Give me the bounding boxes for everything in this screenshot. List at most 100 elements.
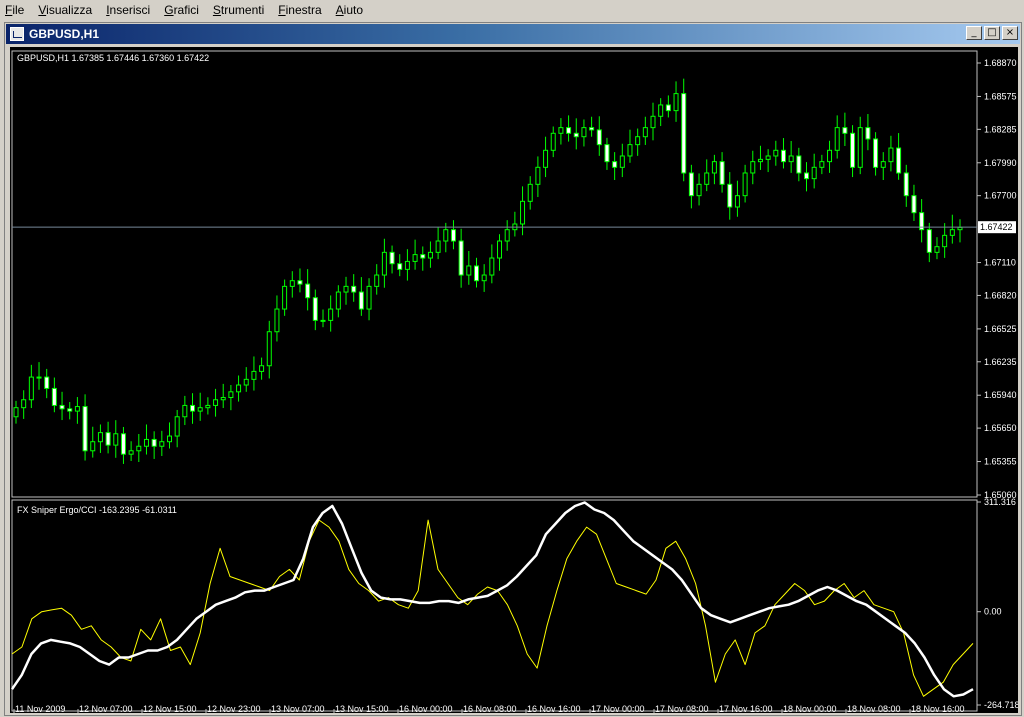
menu-bar: File Visualizza Inserisci Grafici Strumenti F… [0,0,1024,21]
candle-body [473,265,479,282]
price-axis-label: 1.65355 [984,457,1017,467]
price-axis-label: 1.67700 [984,191,1017,201]
candle-body [228,391,234,398]
chart-window-icon [10,27,24,41]
menu-finestra[interactable]: Finestra [271,0,328,21]
candle-body [504,229,510,242]
candle-body [450,229,456,242]
time-axis-label: 12 Nov 23:00 [207,704,261,713]
candle-body [174,416,180,437]
candle-body [896,147,902,174]
candle-body [888,147,894,163]
time-axis-label: 16 Nov 16:00 [527,704,581,713]
candle-body [903,172,909,197]
candle-body [374,274,380,287]
candle-body [412,254,418,262]
candle-body [834,127,840,151]
time-axis-label: 16 Nov 08:00 [463,704,517,713]
candle-body [742,172,748,197]
candle-body [97,432,103,443]
price-axis-label: 1.67110 [984,258,1016,268]
time-axis-label: 12 Nov 07:00 [79,704,133,713]
price-axis-label: 1.68285 [984,124,1017,134]
candle-body [734,195,740,208]
candle-body [266,331,272,367]
candle-body [627,144,633,157]
candle-body [780,149,786,163]
close-button[interactable]: × [1002,26,1018,40]
candle-body [704,172,710,185]
candle-body [573,132,579,138]
menu-inserisci[interactable]: Inserisci [99,0,157,21]
candle-body [727,183,733,208]
menu-visualizza[interactable]: Visualizza [31,0,99,21]
candle-body [143,438,149,447]
candle-body [550,132,556,151]
candle-body [589,127,595,131]
candle-body [497,240,503,259]
candle-body [220,396,226,401]
menu-strumenti[interactable]: Strumenti [206,0,271,21]
candle-body [335,291,341,310]
candle-body [527,183,533,202]
candle-body [466,265,472,276]
candle-body [151,438,157,447]
candle-body [957,226,963,231]
candle-body [397,263,403,270]
candle-body [205,404,211,409]
candle-body [443,229,449,242]
time-axis-label: 13 Nov 15:00 [335,704,389,713]
candle-body [320,319,326,322]
candle-body [259,365,265,372]
candle-body [182,404,188,418]
candle-body [82,406,88,452]
menu-aiuto[interactable]: Aiuto [329,0,370,21]
main-chart-title: GBPUSD,H1 1.67385 1.67446 1.67360 1.6742… [17,53,209,63]
candle-body [404,260,410,270]
candle-body [696,183,702,197]
candle-body [36,376,42,379]
candle-body [543,149,549,168]
candle-body [166,435,172,443]
maximize-button[interactable]: □ [984,26,1000,40]
candle-body [21,399,27,409]
candle-body [765,155,771,160]
candle-body [857,127,863,168]
candle-body [658,104,664,117]
time-axis-label: 13 Nov 07:00 [271,704,325,713]
candle-body [67,408,73,412]
candle-body [28,376,34,401]
candle-body [159,441,165,447]
menu-file[interactable]: File [0,0,31,21]
price-axis-label: 1.66235 [984,357,1017,367]
chart-canvas[interactable]: 1.68870 1.68575 1.68285 1.67990 1.67700 1.671… [10,47,1018,713]
menu-grafici[interactable]: Grafici [157,0,206,21]
chart-area[interactable]: 1.68870 1.68575 1.68285 1.67990 1.67700 1.671… [10,47,1018,713]
minimize-button[interactable]: _ [966,26,982,40]
candle-body [136,445,142,452]
time-axis-label: 17 Nov 00:00 [591,704,645,713]
candle-body [113,433,119,446]
candle-body [558,127,564,134]
candle-body [282,285,288,310]
candle-body [566,127,572,134]
candle-body [934,246,940,253]
candle-body [949,229,955,236]
candle-body [604,144,610,163]
candle-body [74,406,80,412]
candle-body [581,127,587,138]
chart-window-titlebar[interactable]: GBPUSD,H1 _ □ × [6,24,1020,44]
candle-body [827,149,833,163]
candle-body [435,240,441,253]
candle-body [842,127,848,134]
candle-body [389,251,395,265]
price-axis-label: 1.68870 [984,58,1017,68]
time-axis-label: 11 Nov 2009 [15,704,65,713]
candle-body [850,132,856,168]
time-axis-label: 18 Nov 16:00 [911,704,965,713]
candle-body [297,280,303,285]
candle-body [312,297,318,321]
time-axis-label: 17 Nov 08:00 [655,704,709,713]
candle-body [811,166,817,180]
candle-body [328,308,334,321]
